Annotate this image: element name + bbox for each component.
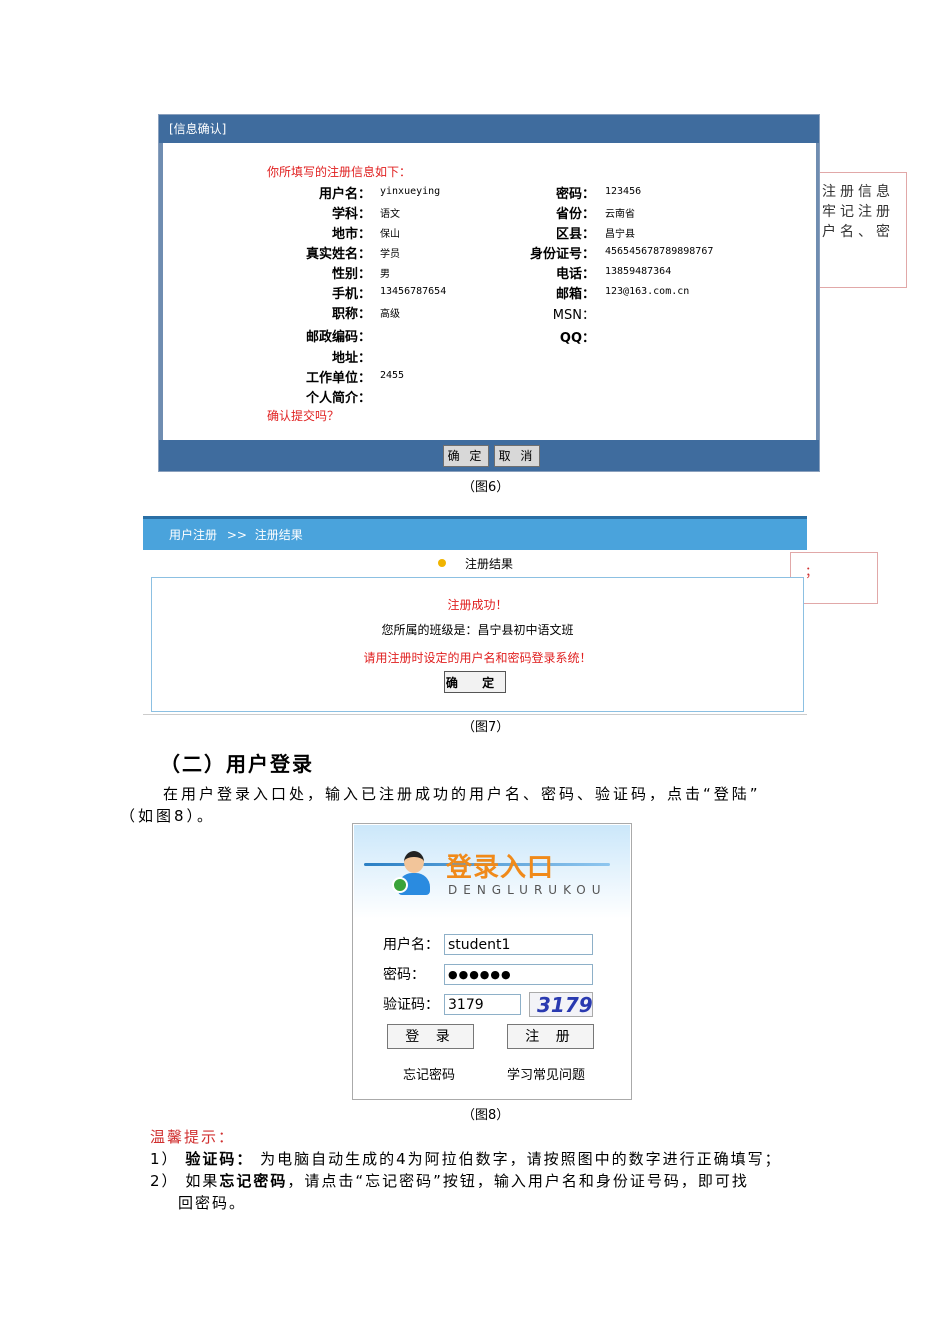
info-confirm-window: [信息确认] 你所填写的注册信息如下： 用户名： yinxueying 学科： … [158, 114, 820, 472]
section-heading: （二）用户登录 [160, 752, 314, 776]
qq-label: QQ： [559, 331, 595, 346]
success-text: 注册成功！ [447, 598, 508, 612]
figure-caption: （图6） [462, 480, 510, 495]
faq-link[interactable]: 学习常见问题 [507, 1064, 585, 1083]
tips-title: 温馨提示： [150, 1128, 236, 1146]
county-value: 昌宁县 [605, 229, 635, 240]
paragraph-line: （如图8）。 [120, 807, 216, 825]
class-info: 您所属的班级是：昌宁县初中语文班 [381, 623, 574, 637]
section-bullet-icon [438, 559, 446, 567]
tip-keyword: 忘记密码 [219, 1172, 288, 1190]
confirm-question: 确认提交吗？ [267, 409, 340, 423]
login-button[interactable]: 登 录 [387, 1024, 474, 1049]
workplace-value: 2455 [380, 370, 405, 381]
cancel-button[interactable]: 取 消 [494, 445, 540, 467]
password-value: 123456 [605, 186, 642, 197]
tip-keyword: 验证码： [185, 1150, 254, 1168]
divider [143, 714, 807, 715]
username-label: 用户名： [383, 937, 439, 953]
forgot-password-link[interactable]: 忘记密码 [403, 1064, 455, 1083]
login-banner: 登录入口 DENGLURUKOU [354, 825, 630, 935]
subject-value: 语文 [380, 209, 400, 220]
gender-value: 男 [380, 269, 390, 280]
realname-value: 学员 [380, 249, 400, 260]
realname-label: 真实姓名： [305, 247, 371, 262]
idcard-label: 身份证号： [529, 247, 595, 262]
breadcrumb-home[interactable]: 用户注册 [169, 528, 217, 542]
province-label: 省份： [555, 207, 595, 222]
button-bar: 确 定 取 消 [159, 440, 819, 471]
tip-text: 为电脑自动生成的4为阿拉伯数字，请按照图中的数字进行正确填写； [260, 1150, 782, 1168]
subject-label: 学科： [331, 207, 371, 222]
password-input[interactable]: ●●●●●● [444, 964, 593, 985]
gender-label: 性别： [331, 267, 371, 282]
tip-number: 1） [150, 1150, 179, 1168]
register-button[interactable]: 注 册 [507, 1024, 594, 1049]
city-value: 保山 [380, 229, 400, 240]
username-input[interactable]: student1 [444, 934, 593, 955]
username-label: 用户名： [318, 187, 371, 202]
tip-text: ，请点击“忘记密码”按钮，输入用户名和身份证号码，即可找 [287, 1172, 749, 1190]
login-hint: 请用注册时设定的用户名和密码登录系统！ [363, 651, 592, 665]
city-label: 地市： [331, 227, 371, 242]
password-label: 密码： [383, 967, 425, 983]
county-label: 区县： [555, 227, 595, 242]
figure-caption: （图7） [462, 720, 510, 735]
logo-pinyin: DENGLURUKOU [448, 883, 607, 897]
breadcrumb: 用户注册 >> 注册结果 [143, 516, 807, 550]
province-value: 云南省 [605, 209, 635, 220]
captcha-text: 3179 [537, 993, 593, 1017]
captcha-image[interactable]: 3179 [529, 992, 593, 1017]
login-panel: 登录入口 DENGLURUKOU 用户名： student1 密码： ●●●●●… [352, 823, 632, 1100]
username-value: yinxueying [380, 186, 441, 197]
email-value: 123@163.com.cn [605, 286, 690, 297]
workplace-label: 工作单位： [305, 371, 371, 386]
breadcrumb-current: 注册结果 [254, 528, 303, 542]
section-title: 注册结果 [465, 557, 514, 571]
confirm-body: 你所填写的注册信息如下： 用户名： yinxueying 学科： 语文 地市： … [163, 143, 816, 440]
mobile-label: 手机： [331, 287, 371, 302]
figure-caption: （图8） [462, 1108, 510, 1123]
captcha-input[interactable]: 3179 [444, 994, 521, 1015]
email-label: 邮箱： [555, 287, 595, 302]
idcard-value: 456545678789898767 [605, 246, 714, 257]
logo-title: 登录入口 [446, 853, 555, 883]
tip-continuation: 回密码。 [178, 1194, 247, 1212]
phone-label: 电话： [555, 267, 595, 282]
password-label: 密码： [555, 187, 595, 202]
postcode-label: 邮政编码： [305, 330, 371, 345]
user-avatar-icon [392, 851, 432, 897]
tip-item: 1） 验证码： 为电脑自动生成的4为阿拉伯数字，请按照图中的数字进行正确填写； [150, 1148, 782, 1169]
intro-text: 你所填写的注册信息如下： [267, 165, 412, 179]
tip-number: 2） [150, 1172, 179, 1190]
bio-label: 个人简介： [305, 391, 371, 406]
ok-button[interactable]: 确 定 [443, 445, 489, 467]
side-note-line: 注册信息 [822, 184, 894, 200]
side-note-box: 注册信息 牢记注册 户名、密 [815, 172, 907, 288]
captcha-label: 验证码： [383, 997, 439, 1013]
tip-item: 2） 如果忘记密码，请点击“忘记密码”按钮，输入用户名和身份证号码，即可找 [150, 1170, 749, 1191]
title-value: 高级 [380, 309, 400, 320]
ok-button[interactable]: 确 定 [444, 671, 506, 693]
breadcrumb-separator: >> [226, 528, 247, 542]
side-note-line: 户名、密 [822, 224, 894, 240]
paragraph-line: 在用户登录入口处，输入已注册成功的用户名、密码、验证码，点击“登陆” [163, 785, 761, 803]
address-label: 地址： [331, 351, 371, 366]
title-label: 职称： [331, 307, 371, 322]
mobile-value: 13456787654 [380, 286, 447, 297]
side-note-text: ； [805, 565, 819, 580]
tip-text: 如果 [185, 1172, 220, 1190]
side-note-line: 牢记注册 [822, 204, 894, 220]
result-box: 注册成功！ 您所属的班级是：昌宁县初中语文班 请用注册时设定的用户名和密码登录系… [151, 577, 804, 712]
msn-label: MSN： [552, 308, 595, 323]
window-title: [信息确认] [159, 115, 819, 143]
phone-value: 13859487364 [605, 266, 672, 277]
